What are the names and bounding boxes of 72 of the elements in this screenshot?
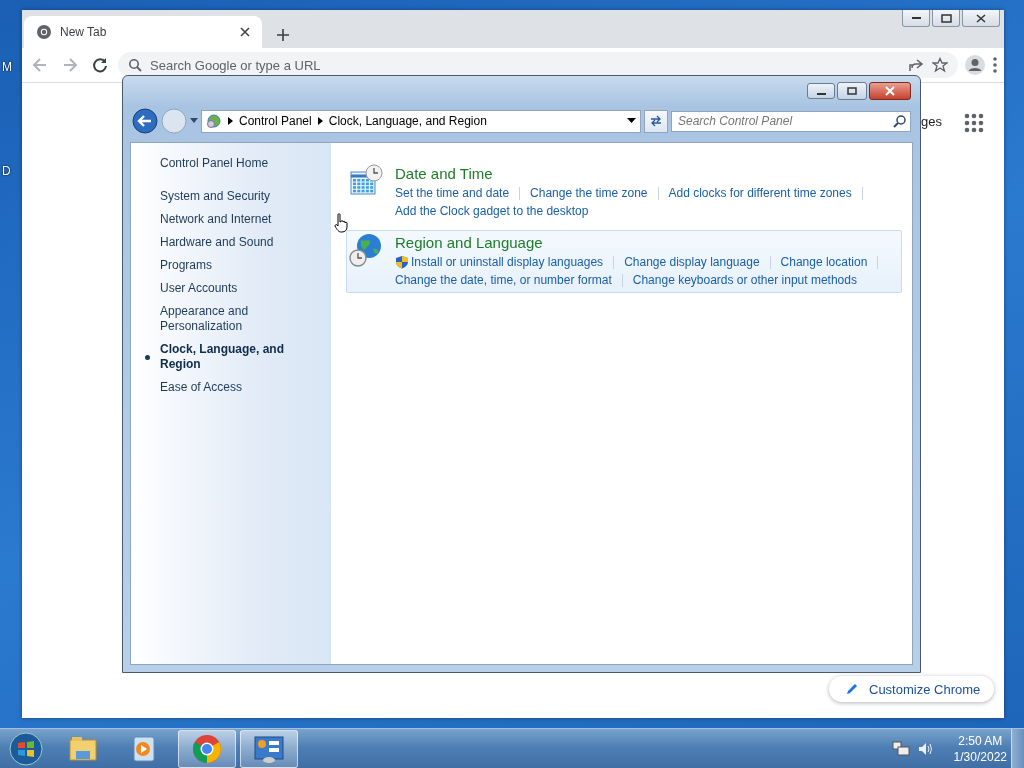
sidebar-link[interactable]: Programs	[160, 258, 212, 273]
link[interactable]: Change the time zone	[530, 184, 648, 202]
taskbar-button[interactable]	[178, 730, 236, 768]
images-link[interactable]: ges	[921, 114, 942, 129]
sidebar-link[interactable]: User Accounts	[160, 281, 238, 296]
chrome-logo-icon	[191, 733, 223, 765]
star-icon[interactable]	[932, 57, 948, 73]
apps-grid-icon[interactable]	[964, 113, 984, 133]
clock-date[interactable]: 1/30/2022	[953, 749, 1007, 765]
globe-clock-icon[interactable]	[349, 233, 383, 267]
close-icon	[976, 13, 986, 23]
refresh-button[interactable]	[644, 109, 668, 133]
link[interactable]: Add the Clock gadget to the desktop	[395, 202, 589, 220]
search-field[interactable]: Search Control Panel	[676, 113, 893, 129]
calendar-clock-icon[interactable]	[349, 164, 383, 198]
maximize-button[interactable]	[837, 82, 867, 100]
clock-time[interactable]: 2:50 AM	[958, 733, 1003, 749]
breadcrumb-item[interactable]: Control Panel	[239, 114, 312, 128]
speaker-icon[interactable]	[917, 741, 934, 757]
minimize-button[interactable]	[807, 83, 835, 99]
close-button[interactable]	[869, 82, 911, 100]
hand-cursor-icon	[334, 213, 348, 233]
address-bar[interactable]: Search Google or type a URL	[118, 52, 958, 78]
customize-chrome-button[interactable]: Customize Chrome	[829, 676, 995, 702]
search-icon[interactable]	[893, 114, 906, 128]
link[interactable]: Change the date, time, or number format	[395, 271, 612, 289]
category-link[interactable]: Region and Language	[395, 233, 901, 253]
sidebar-link[interactable]: Hardware and Sound	[160, 235, 274, 250]
search-icon	[128, 58, 142, 72]
sidebar-link[interactable]: Network and Internet	[160, 212, 272, 227]
shield-icon	[395, 255, 409, 269]
taskbar-button[interactable]	[240, 730, 298, 768]
desktop-icon-label[interactable]: M	[2, 60, 12, 74]
close-icon[interactable]	[240, 27, 250, 37]
start-button[interactable]	[6, 731, 46, 767]
maximize-icon	[846, 86, 858, 96]
link[interactable]: Install or uninstall display languages	[395, 253, 604, 271]
bullet-icon	[145, 354, 150, 360]
browser-tab[interactable]: New Tab	[24, 16, 262, 48]
category-link[interactable]: Date and Time	[395, 164, 901, 184]
dropdown-arrow-icon[interactable]	[627, 118, 636, 124]
minimize-icon	[816, 93, 826, 95]
sidebar-link[interactable]: Ease of Access	[160, 380, 243, 395]
address-bar[interactable]: Control Panel Clock, Language, and Region	[201, 109, 641, 133]
profile-icon[interactable]	[964, 54, 986, 76]
menu-icon[interactable]	[992, 56, 998, 74]
minimize-button[interactable]	[902, 10, 930, 27]
sidebar-link[interactable]: Control Panel Home	[160, 156, 269, 171]
link[interactable]: Change keyboards or other input methods	[632, 271, 857, 289]
chrome-logo-icon	[36, 24, 52, 40]
chevron-icon[interactable]	[317, 117, 323, 125]
chevron-icon[interactable]	[228, 117, 233, 125]
sidebar-link[interactable]: Clock, Language, and Region	[160, 342, 320, 372]
link[interactable]: Change display language	[624, 253, 760, 271]
network-icon[interactable]	[891, 741, 910, 757]
pencil-icon	[845, 682, 859, 696]
maximize-icon	[940, 13, 952, 23]
sidebar-link[interactable]: Appearance and Personalization	[160, 304, 320, 334]
link[interactable]: Add clocks for different time zones	[668, 184, 852, 202]
share-icon[interactable]	[908, 57, 924, 73]
close-button[interactable]	[962, 10, 1000, 27]
sidebar-link[interactable]: System and Security	[160, 189, 271, 204]
refresh-icon	[649, 115, 663, 127]
minimize-icon	[911, 17, 921, 19]
back-button[interactable]	[132, 108, 158, 134]
link[interactable]: Change location	[780, 253, 868, 271]
link[interactable]: Set the time and date	[395, 184, 510, 202]
close-icon	[884, 86, 896, 96]
search-box[interactable]: Search Control Panel	[671, 110, 911, 132]
breadcrumb-item[interactable]: Clock, Language, and Region	[328, 114, 487, 128]
maximize-button[interactable]	[932, 10, 960, 27]
desktop-icon-label[interactable]: D	[2, 164, 11, 178]
